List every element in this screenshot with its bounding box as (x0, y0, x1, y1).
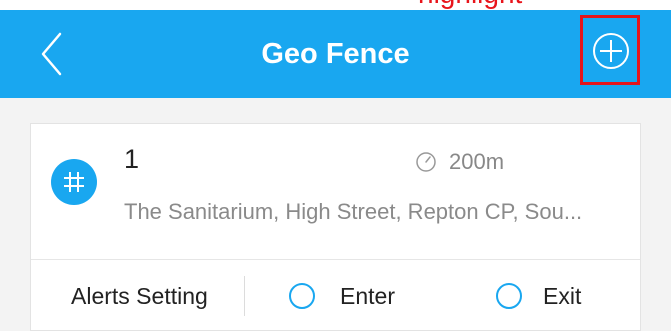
exit-radio[interactable] (496, 283, 522, 309)
fence-icon (51, 159, 97, 205)
fence-card[interactable]: 1 200m The Sanitarium, High Street, Rept… (30, 123, 641, 331)
alerts-divider (244, 276, 245, 316)
add-fence-button[interactable] (580, 15, 640, 85)
card-divider (31, 259, 640, 260)
exit-label[interactable]: Exit (543, 283, 581, 310)
enter-label[interactable]: Enter (340, 283, 395, 310)
plus-circle-icon (593, 33, 629, 69)
alerts-setting-label: Alerts Setting (71, 283, 208, 309)
page-title: Geo Fence (261, 38, 410, 70)
enter-radio[interactable] (289, 283, 315, 309)
fence-address: The Sanitarium, High Street, Repton CP, … (124, 199, 583, 224)
clock-radius-icon (416, 152, 436, 172)
top-annotation-text: highlight (418, 0, 522, 10)
app-header: Geo Fence (0, 10, 671, 98)
fence-radius: 200m (449, 149, 505, 174)
top-annotation-strip: highlight (0, 0, 671, 10)
fence-name: 1 (124, 144, 140, 174)
